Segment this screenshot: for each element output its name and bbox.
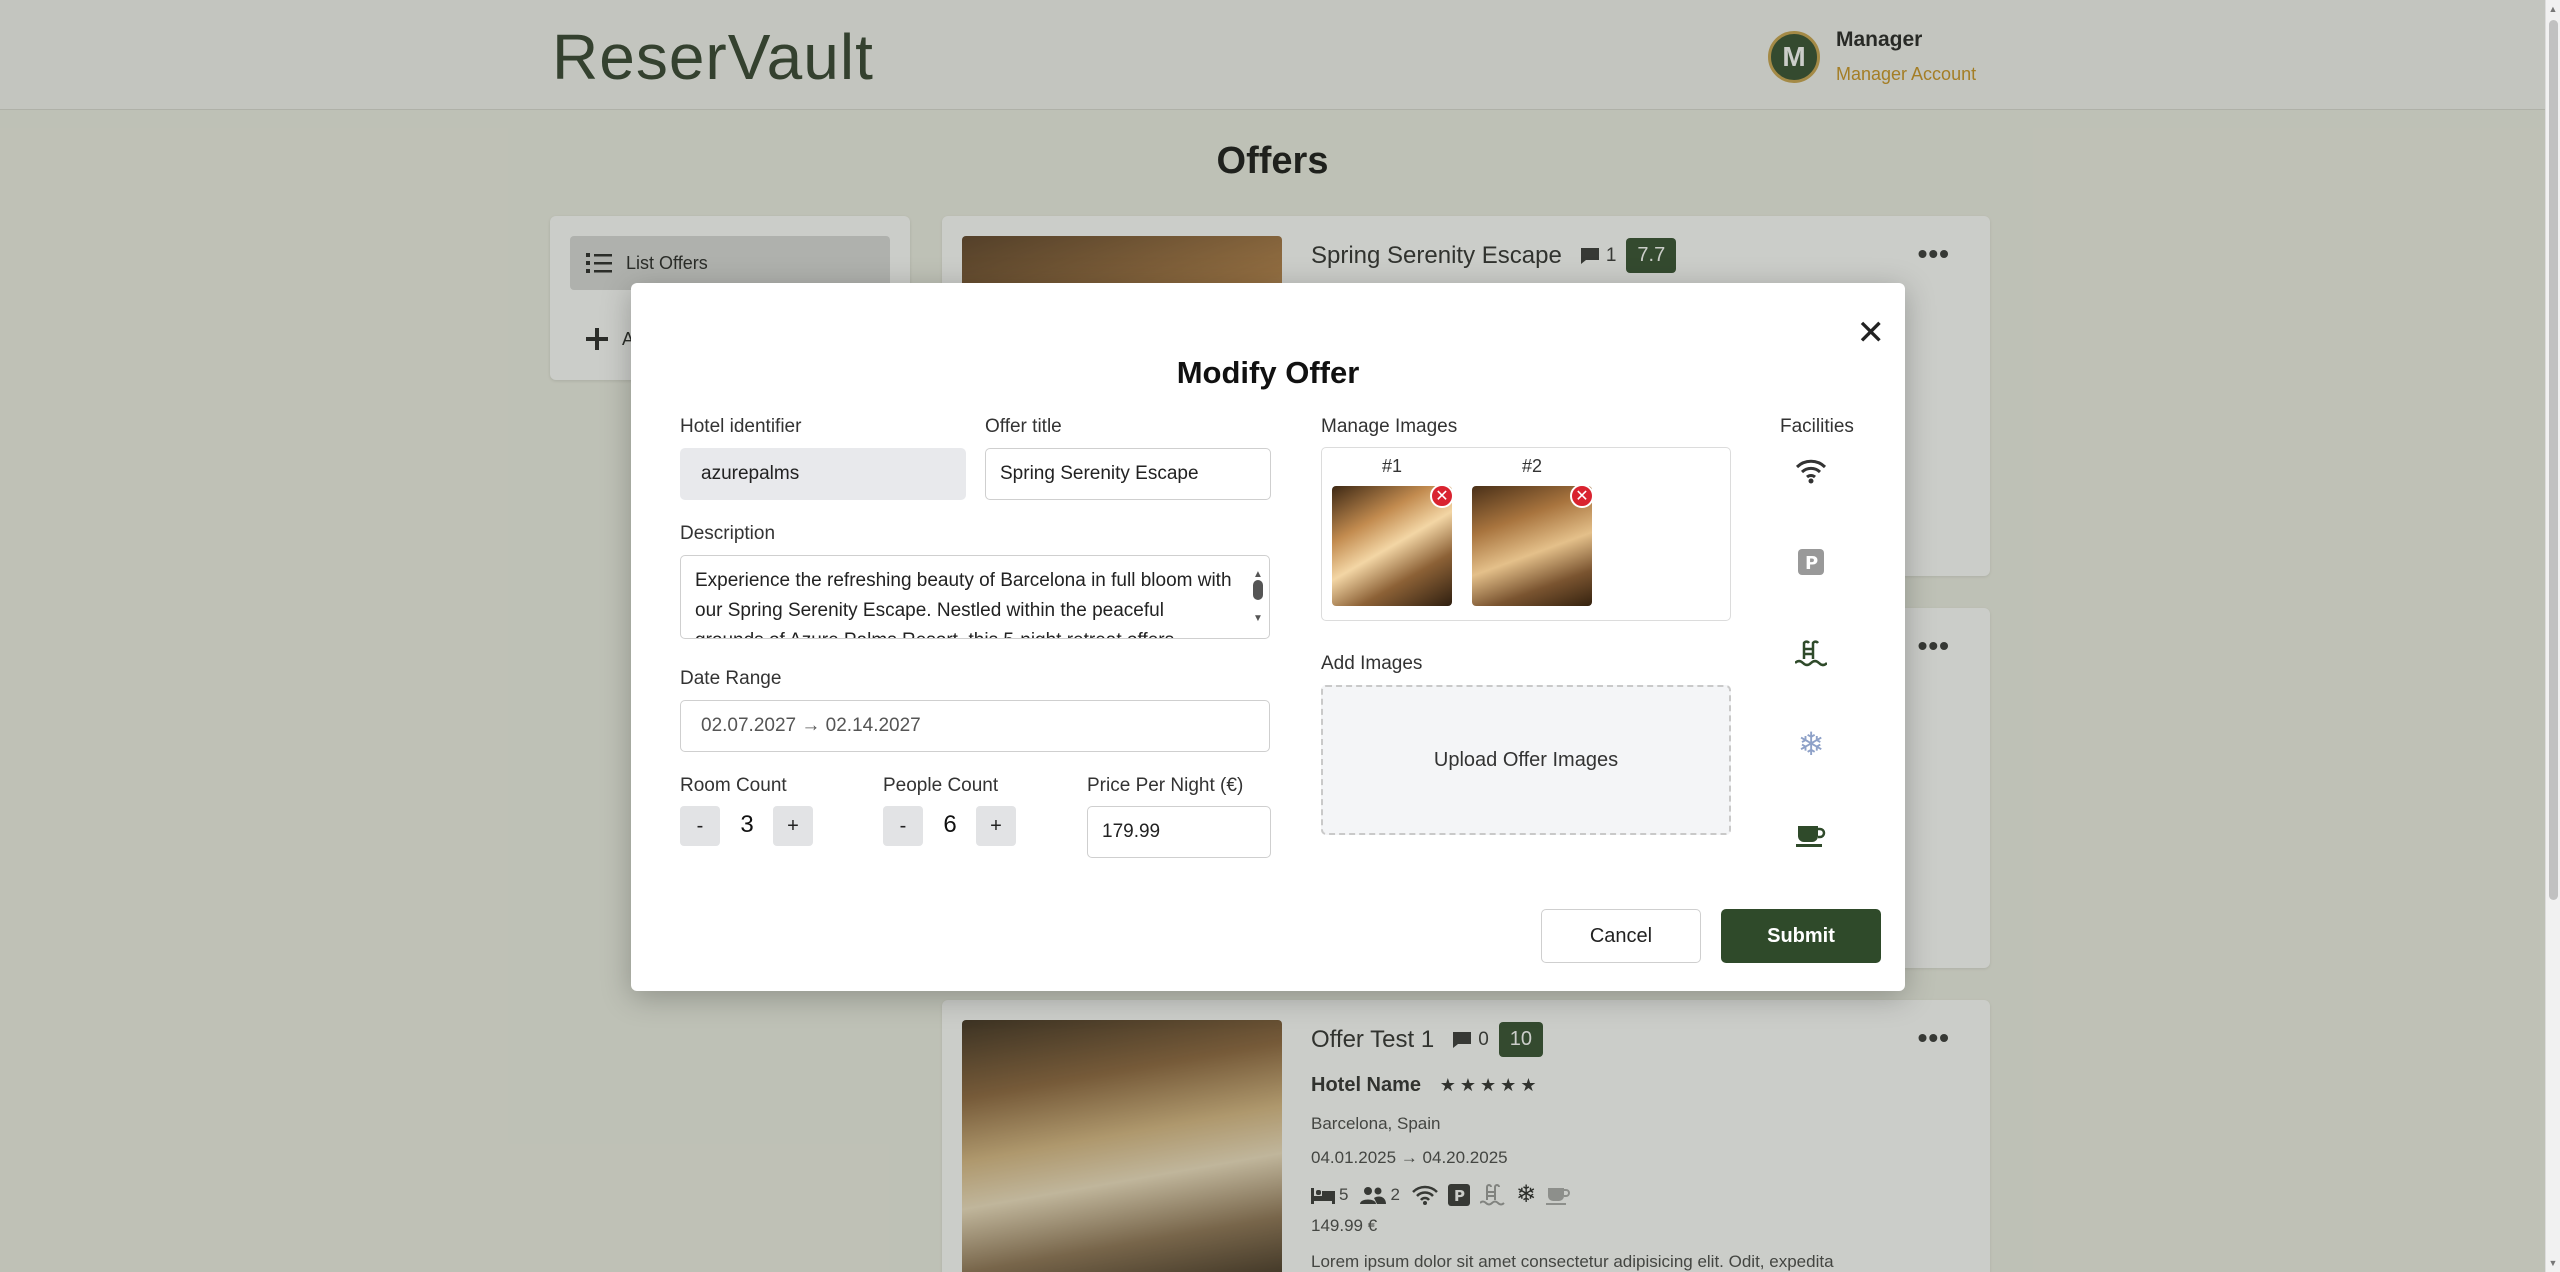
snowflake-icon[interactable]: ❄ xyxy=(1791,724,1831,764)
date-range-input[interactable]: 02.07.2027 → 02.14.2027 xyxy=(680,700,1270,752)
coffee-icon[interactable] xyxy=(1791,815,1831,855)
description-label: Description xyxy=(680,523,776,544)
image-number: #1 xyxy=(1381,456,1403,476)
offer-image-thumbnail[interactable]: ✕ xyxy=(1472,484,1594,606)
modify-offer-modal: ✕ Modify Offer Hotel identifier azurepal… xyxy=(631,283,1905,991)
delete-image-icon[interactable]: ✕ xyxy=(1430,484,1454,508)
people-count-decrement-button[interactable]: - xyxy=(883,806,923,846)
hotel-identifier-label: Hotel identifier xyxy=(680,416,802,437)
cancel-button[interactable]: Cancel xyxy=(1541,909,1701,963)
pool-icon[interactable] xyxy=(1791,633,1831,673)
price-input[interactable]: 179.99 xyxy=(1087,806,1271,858)
room-count-increment-button[interactable]: + xyxy=(773,806,813,846)
scroll-thumb[interactable] xyxy=(2549,20,2558,900)
room-count-decrement-button[interactable]: - xyxy=(680,806,720,846)
room-count-label: Room Count xyxy=(680,775,787,796)
page-scrollbar[interactable]: ▲ ▼ xyxy=(2545,0,2560,1272)
hotel-identifier-field: azurepalms xyxy=(680,448,966,500)
price-label: Price Per Night (€) xyxy=(1087,775,1244,796)
image-manager: #1 ✕ #2 ✕ xyxy=(1321,447,1731,621)
people-count-increment-button[interactable]: + xyxy=(976,806,1016,846)
manage-images-label: Manage Images xyxy=(1321,416,1458,437)
upload-images-dropzone[interactable]: Upload Offer Images xyxy=(1321,685,1731,835)
people-count-label: People Count xyxy=(883,775,999,796)
delete-image-icon[interactable]: ✕ xyxy=(1570,484,1594,508)
offer-title-input[interactable]: Spring Serenity Escape xyxy=(985,448,1271,500)
people-count-value: 6 xyxy=(943,811,957,838)
offer-image-thumbnail[interactable]: ✕ xyxy=(1332,484,1454,606)
offer-title-label: Offer title xyxy=(985,416,1062,437)
scroll-down-arrow[interactable]: ▼ xyxy=(1253,604,1263,634)
description-scrollbar[interactable]: ▲ ▼ xyxy=(1251,560,1265,634)
wifi-icon[interactable] xyxy=(1791,451,1831,491)
add-images-label: Add Images xyxy=(1321,653,1423,674)
room-count-value: 3 xyxy=(740,811,754,838)
description-text: Experience the refreshing beauty of Barc… xyxy=(695,570,1232,638)
description-textarea[interactable]: Experience the refreshing beauty of Barc… xyxy=(680,555,1270,639)
submit-button[interactable]: Submit xyxy=(1721,909,1881,963)
parking-icon[interactable]: P xyxy=(1791,542,1831,582)
scroll-down-arrow[interactable]: ▼ xyxy=(2548,1258,2558,1268)
close-icon[interactable]: ✕ xyxy=(1857,313,1886,353)
scroll-up-arrow[interactable]: ▲ xyxy=(2548,4,2558,14)
modal-title: Modify Offer xyxy=(1176,355,1360,390)
facilities-label: Facilities xyxy=(1780,416,1854,437)
date-range-label: Date Range xyxy=(680,668,782,689)
svg-text:P: P xyxy=(1805,553,1818,574)
scroll-thumb[interactable] xyxy=(1253,580,1263,600)
image-number: #2 xyxy=(1521,456,1543,476)
